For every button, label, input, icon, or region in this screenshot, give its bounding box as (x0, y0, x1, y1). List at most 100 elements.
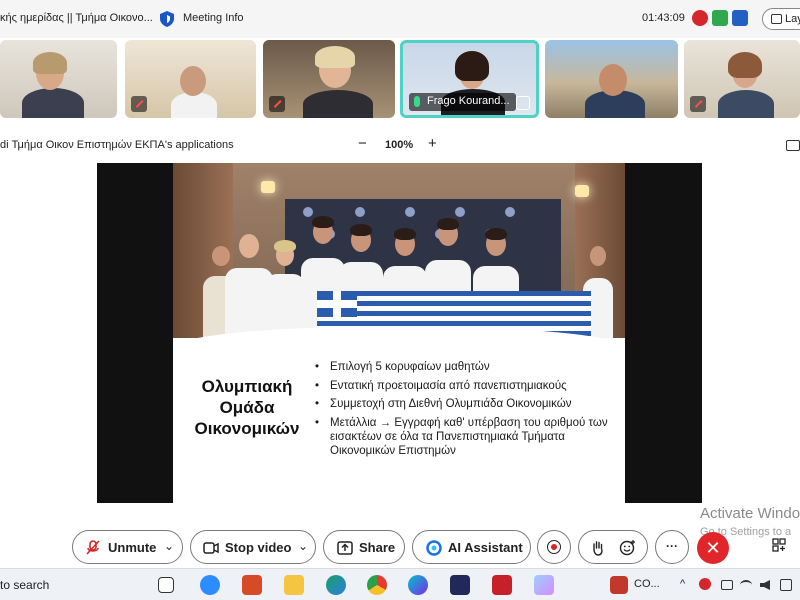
unmute-button[interactable]: Unmute ⌄ (72, 530, 183, 564)
sponsor-logo (355, 207, 365, 217)
participant-name-label: Frago Kourand... (409, 93, 516, 111)
participant-strip: Frago Kourand... (0, 40, 800, 118)
shared-screen[interactable]: Ολυμπιακή Ομάδα Οικονομικών Επιλογή 5 κο… (97, 163, 702, 503)
record-button[interactable] (537, 530, 571, 564)
canva-app-icon[interactable] (408, 575, 428, 595)
edge-browser-icon[interactable] (326, 575, 346, 595)
meeting-timer: 01:43:09 (642, 12, 685, 24)
leave-meeting-button[interactable]: ✕ (697, 532, 729, 564)
participant-tile[interactable] (545, 40, 678, 118)
raise-hand-icon (593, 541, 603, 556)
participant-tile[interactable] (0, 40, 117, 118)
window-title: κής ημερίδας || Τμήμα Οικονο... (0, 12, 153, 24)
activation-watermark: Activate Windo (700, 505, 800, 522)
sponsor-logo (405, 207, 415, 217)
more-options-button[interactable]: ··· (655, 530, 689, 564)
share-button[interactable]: Share (323, 530, 405, 564)
acrobat-app-icon[interactable] (492, 575, 512, 595)
participant-tile[interactable] (684, 40, 800, 118)
zoom-app-icon[interactable] (200, 575, 220, 595)
zoom-level: 100% (385, 139, 414, 151)
share-bar: di Τμήμα Οικον Επιστημών ΕΚΠΑ's applicat… (0, 134, 800, 158)
participant-video (303, 90, 373, 118)
zoom-out-button[interactable]: − (358, 135, 367, 152)
webex-app-icon[interactable] (450, 575, 470, 595)
stop-video-label: Stop video (225, 540, 292, 555)
slide-title: Ολυμπιακή Ομάδα Οικονομικών (194, 377, 300, 438)
slide-bullet-list: Επιλογή 5 κορυφαίων μαθητών Εντατική προ… (313, 360, 613, 462)
participant-hair (455, 51, 489, 81)
paint-app-icon[interactable] (534, 575, 554, 595)
participants-icon[interactable] (732, 10, 748, 26)
participant-hair (33, 52, 67, 74)
reactions-button[interactable] (578, 530, 648, 564)
slide-bullet: Επιλογή 5 κορυφαίων μαθητών (313, 360, 613, 374)
record-dot (551, 544, 557, 550)
tray-status-icon[interactable] (699, 578, 711, 590)
meeting-info-link[interactable]: Meeting Info (183, 12, 244, 24)
ai-assistant-button[interactable]: AI Assistant (412, 530, 531, 564)
participant-video (718, 90, 774, 118)
title-bar: κής ημερίδας || Τμήμα Οικονο... Meeting … (0, 0, 800, 38)
taskbar-search[interactable]: to search (0, 578, 49, 592)
chevron-down-icon[interactable]: ⌄ (298, 539, 308, 553)
muted-mic-icon (690, 96, 706, 112)
running-app-label[interactable]: CO... (634, 578, 660, 590)
layout-button[interactable]: Layo (762, 8, 800, 30)
more-icon: ··· (666, 539, 678, 553)
task-view-icon[interactable] (158, 577, 174, 593)
muted-mic-icon (269, 96, 285, 112)
flag-canton (317, 291, 357, 317)
notifications-icon[interactable] (780, 579, 792, 591)
ai-assistant-icon (426, 540, 442, 556)
zoom-in-button[interactable]: + (428, 135, 437, 152)
layout-grid-icon (771, 14, 782, 24)
shield-icon[interactable] (160, 11, 174, 27)
participant-hair (315, 46, 355, 68)
chevron-up-icon[interactable]: ^ (680, 578, 685, 590)
apps-grid-icon[interactable] (772, 538, 786, 552)
chevron-down-icon[interactable]: ⌄ (164, 539, 174, 553)
slide-bullet: Εντατική προετοιμασία από πανεπιστημιακο… (313, 379, 613, 393)
wifi-icon[interactable] (740, 580, 752, 590)
share-icon (337, 541, 353, 555)
slide-bullet: Συμμετοχή στη Διεθνή Ολυμπιάδα Οικονομικ… (313, 397, 613, 411)
share-screen-icon[interactable] (516, 96, 530, 110)
layout-label: Layo (785, 13, 800, 25)
volume-icon[interactable] (760, 580, 770, 590)
muted-mic-icon (131, 96, 147, 112)
unmute-label: Unmute (108, 540, 157, 555)
mic-icon (414, 96, 420, 107)
sponsor-logo (455, 207, 465, 217)
participant-hair (728, 52, 762, 78)
person-figure (265, 238, 305, 338)
outlook-app-icon[interactable] (242, 575, 262, 595)
ai-assistant-label: AI Assistant (448, 540, 523, 555)
stats-icon[interactable] (712, 10, 728, 26)
sponsor-logo (505, 207, 515, 217)
wall-lamp (261, 181, 275, 193)
meeting-toolbar: Unmute ⌄ Stop video ⌄ Share AI Assistant… (0, 528, 800, 566)
participant-tile[interactable] (125, 40, 256, 118)
participant-tile[interactable] (263, 40, 395, 118)
participant-tile-active[interactable]: Frago Kourand... (400, 40, 539, 118)
shared-app-name: di Τμήμα Οικον Επιστημών ΕΚΠΑ's applicat… (0, 139, 234, 151)
slide-photo (173, 163, 625, 338)
recording-icon[interactable] (692, 10, 708, 26)
participant-face (599, 64, 627, 96)
slide-content: Ολυμπιακή Ομάδα Οικονομικών Επιλογή 5 κο… (173, 326, 625, 503)
file-explorer-icon[interactable] (284, 575, 304, 595)
stop-video-button[interactable]: Stop video ⌄ (190, 530, 316, 564)
camera-icon (203, 542, 219, 554)
battery-icon[interactable] (721, 580, 733, 590)
participant-face (180, 66, 206, 96)
participant-name: Frago Kourand... (427, 95, 510, 107)
wall-lamp (575, 185, 589, 197)
slide-bullet: Μετάλλια → Εγγραφή καθ' υπέρβαση του αρι… (313, 416, 613, 458)
muted-mic-icon (86, 540, 100, 555)
pop-out-icon[interactable] (786, 140, 800, 151)
running-app-icon[interactable] (610, 576, 628, 594)
chrome-browser-icon[interactable] (367, 575, 387, 595)
emoji-icon (619, 540, 635, 556)
windows-taskbar: to search CO... ^ (0, 568, 800, 600)
